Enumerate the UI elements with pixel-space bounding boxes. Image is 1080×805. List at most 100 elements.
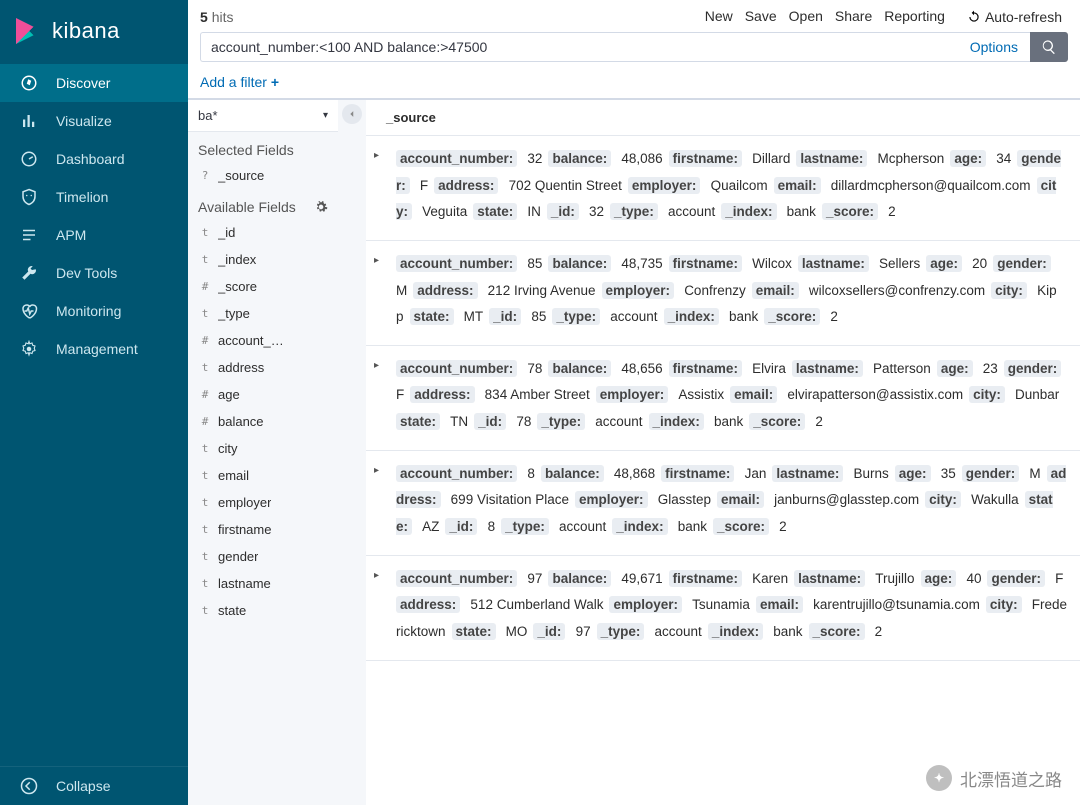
field-name: state [218, 603, 246, 618]
field-value: 78 [527, 361, 542, 376]
gear-icon[interactable] [314, 200, 328, 214]
available-field[interactable]: # age [188, 381, 338, 408]
nav-item-devtools[interactable]: Dev Tools [0, 254, 188, 292]
field-key: city: [925, 491, 961, 508]
field-key: gender: [962, 465, 1020, 482]
field-key: email: [730, 386, 777, 403]
top-link-new[interactable]: New [699, 8, 739, 24]
top-link-save[interactable]: Save [739, 8, 783, 24]
field-value: wilcoxsellers@confrenzy.com [809, 283, 985, 298]
field-key: _id: [533, 623, 565, 640]
docs-column-header[interactable]: _source [366, 100, 1080, 136]
field-value: M [396, 283, 407, 298]
collapse-sidebar-button[interactable]: Collapse [0, 766, 188, 805]
field-key: account_number: [396, 465, 517, 482]
field-key: age: [895, 465, 931, 482]
field-name: account_… [218, 333, 284, 348]
nav-item-apm[interactable]: APM [0, 216, 188, 254]
query-input[interactable] [200, 32, 958, 62]
field-value: 23 [983, 361, 998, 376]
available-field[interactable]: tlastname [188, 570, 338, 597]
expand-row-button[interactable]: ▸ [374, 461, 386, 541]
field-key: employer: [628, 177, 701, 194]
search-icon [1041, 39, 1057, 55]
hits-count: 5 hits [200, 9, 233, 25]
nav-item-discover[interactable]: Discover [0, 64, 188, 102]
field-value: Quailcom [711, 178, 768, 193]
selected-field[interactable]: ?_source [188, 162, 338, 189]
available-field[interactable]: tcity [188, 435, 338, 462]
auto-refresh-button[interactable]: Auto-refresh [961, 9, 1068, 25]
field-value: Elvira [752, 361, 786, 376]
top-link-reporting[interactable]: Reporting [878, 8, 951, 24]
field-type-icon: t [198, 604, 212, 617]
field-key: lastname: [796, 150, 867, 167]
available-field[interactable]: temployer [188, 489, 338, 516]
document-source: account_number: 97balance: 49,671firstna… [396, 566, 1070, 646]
field-value: elvirapatterson@assistix.com [787, 387, 963, 402]
nav-label: Dashboard [56, 151, 125, 167]
field-key: firstname: [669, 360, 742, 377]
field-type-icon: # [198, 334, 212, 347]
available-field[interactable]: tstate [188, 597, 338, 624]
brand-logo[interactable]: kibana [0, 0, 188, 64]
available-field[interactable]: taddress [188, 354, 338, 381]
gear-icon [16, 340, 42, 358]
nav-item-visualize[interactable]: Visualize [0, 102, 188, 140]
field-name: age [218, 387, 240, 402]
nav-item-management[interactable]: Management [0, 330, 188, 368]
available-field[interactable]: #_score [188, 273, 338, 300]
field-value: Wilcox [752, 256, 792, 271]
nav-item-timelion[interactable]: Timelion [0, 178, 188, 216]
field-key: _score: [822, 203, 878, 220]
field-key: _index: [649, 413, 704, 430]
top-link-open[interactable]: Open [783, 8, 829, 24]
expand-row-button[interactable]: ▸ [374, 566, 386, 646]
field-value: 834 Amber Street [485, 387, 590, 402]
index-pattern-selector[interactable]: ba* ▾ [188, 100, 338, 132]
expand-row-button[interactable]: ▸ [374, 146, 386, 226]
field-key: _score: [749, 413, 805, 430]
available-field[interactable]: t_type [188, 300, 338, 327]
list-icon [16, 226, 42, 244]
field-value: 40 [966, 571, 981, 586]
add-filter-link[interactable]: Add a filter + [188, 66, 1080, 100]
field-key: address: [413, 282, 477, 299]
available-field[interactable]: tgender [188, 543, 338, 570]
available-field[interactable]: t_id [188, 219, 338, 246]
expand-row-button[interactable]: ▸ [374, 356, 386, 436]
field-value: IN [527, 204, 541, 219]
field-key: account_number: [396, 150, 517, 167]
field-key: firstname: [669, 255, 742, 272]
field-key: age: [937, 360, 973, 377]
field-value: Sellers [879, 256, 920, 271]
nav-label: Timelion [56, 189, 108, 205]
field-key: employer: [602, 282, 675, 299]
run-query-button[interactable] [1030, 32, 1068, 62]
collapse-fields-button[interactable] [342, 104, 362, 124]
available-field[interactable]: temail [188, 462, 338, 489]
available-field[interactable]: #balance [188, 408, 338, 435]
field-type-icon: # [198, 388, 212, 401]
field-name: employer [218, 495, 271, 510]
nav-item-monitoring[interactable]: Monitoring [0, 292, 188, 330]
available-field[interactable]: # account_… [188, 327, 338, 354]
field-name: _id [218, 225, 235, 240]
nav-label: Monitoring [56, 303, 121, 319]
field-key: firstname: [669, 150, 742, 167]
field-key: balance: [541, 465, 604, 482]
field-value: 212 Irving Avenue [488, 283, 596, 298]
field-value: Jan [745, 466, 767, 481]
nav-label: Discover [56, 75, 110, 91]
nav-item-dashboard[interactable]: Dashboard [0, 140, 188, 178]
heart-pulse-icon [16, 302, 42, 320]
available-field[interactable]: tfirstname [188, 516, 338, 543]
query-options-link[interactable]: Options [958, 32, 1030, 62]
expand-row-button[interactable]: ▸ [374, 251, 386, 331]
field-key: email: [752, 282, 799, 299]
field-key: firstname: [669, 570, 742, 587]
field-type-icon: t [198, 442, 212, 455]
top-link-share[interactable]: Share [829, 8, 878, 24]
field-value: karentrujillo@tsunamia.com [813, 597, 980, 612]
available-field[interactable]: t_index [188, 246, 338, 273]
